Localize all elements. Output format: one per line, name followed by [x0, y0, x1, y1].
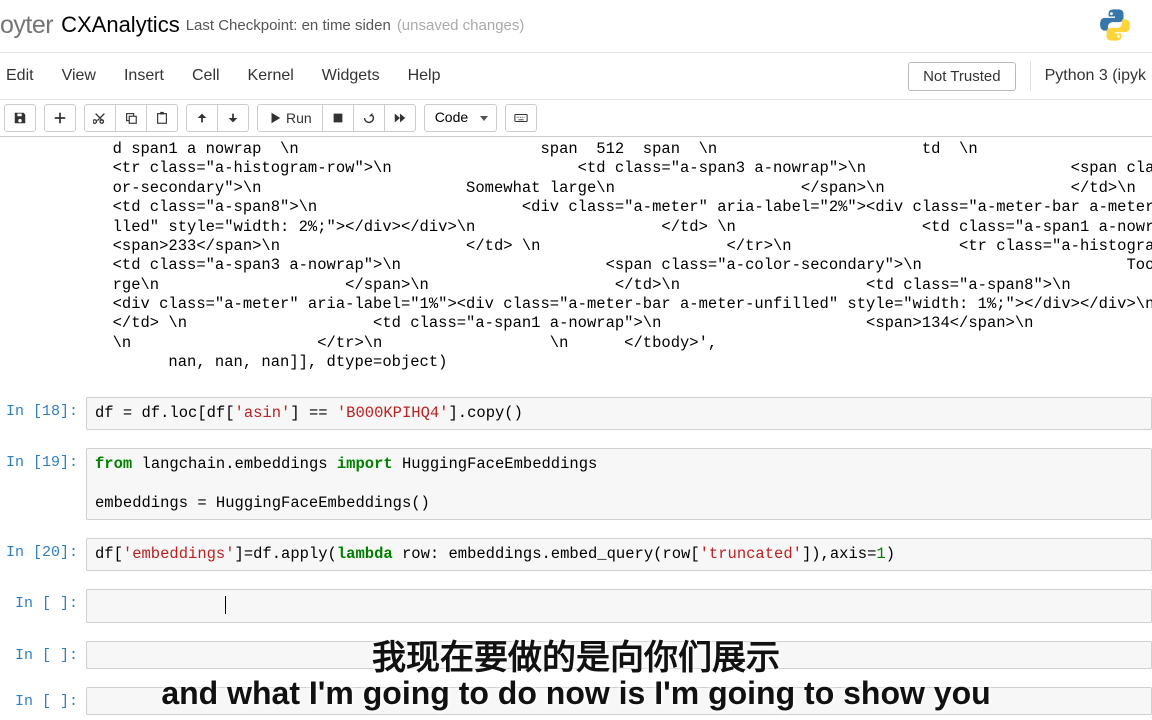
menu-cell[interactable]: Cell [192, 67, 220, 85]
trust-badge[interactable]: Not Trusted [908, 62, 1016, 91]
copy-icon [124, 111, 138, 125]
celltype-value: Code [435, 109, 468, 125]
input-prompt: In [ ]: [0, 589, 86, 622]
python-logo-icon [1098, 8, 1132, 42]
code-cell[interactable]: In [ ]: [0, 586, 1152, 625]
arrow-up-icon [195, 111, 209, 125]
output-cell: d span1 a nowrap \n span 512 span \n td … [0, 137, 1152, 382]
celltype-select[interactable]: Code [424, 104, 497, 132]
code-cell[interactable]: In [ ]: [0, 638, 1152, 672]
paste-icon [155, 111, 169, 125]
code-input[interactable]: from langchain.embeddings import Hugging… [86, 448, 1152, 520]
input-prompt: In [18]: [0, 397, 86, 430]
copy-button[interactable] [116, 104, 147, 132]
code-input[interactable] [86, 641, 1152, 669]
menu-view[interactable]: View [62, 67, 96, 85]
interrupt-button[interactable] [323, 104, 354, 132]
menu-help[interactable]: Help [408, 67, 441, 85]
jupyter-logo-text: oyter [0, 11, 53, 40]
command-palette-button[interactable] [505, 104, 537, 132]
checkpoint-status: Last Checkpoint: en time siden [186, 17, 391, 34]
restart-run-all-button[interactable] [385, 104, 416, 132]
menu-widgets[interactable]: Widgets [322, 67, 380, 85]
toolbar: Run Code [0, 100, 1152, 137]
code-input[interactable] [86, 589, 1152, 622]
save-button[interactable] [4, 104, 36, 132]
code-input[interactable]: df = df.loc[df['asin'] == 'B000KPIHQ4'].… [86, 397, 1152, 430]
restart-icon [362, 111, 376, 125]
run-button[interactable]: Run [257, 104, 323, 132]
menu-edit[interactable]: Edit [6, 67, 34, 85]
code-input[interactable]: df['embeddings']=df.apply(lambda row: em… [86, 538, 1152, 571]
restart-button[interactable] [354, 104, 385, 132]
unsaved-indicator: (unsaved changes) [397, 17, 525, 34]
code-cell[interactable]: In [18]:df = df.loc[df['asin'] == 'B000K… [0, 394, 1152, 433]
fast-forward-icon [393, 111, 407, 125]
menubar: Edit View Insert Cell Kernel Widgets Hel… [0, 53, 1152, 100]
code-cell[interactable]: In [19]:from langchain.embeddings import… [0, 445, 1152, 523]
menu-kernel[interactable]: Kernel [248, 67, 294, 85]
save-icon [13, 111, 27, 125]
move-down-button[interactable] [218, 104, 249, 132]
move-up-button[interactable] [186, 104, 218, 132]
arrow-down-icon [226, 111, 240, 125]
plus-icon [53, 111, 67, 125]
notebook-title[interactable]: CXAnalytics [61, 12, 180, 38]
input-prompt: In [19]: [0, 448, 86, 520]
paste-button[interactable] [147, 104, 178, 132]
cut-button[interactable] [84, 104, 116, 132]
code-input[interactable] [86, 687, 1152, 715]
input-prompt: In [ ]: [0, 687, 86, 715]
code-cell[interactable]: In [20]:df['embeddings']=df.apply(lambda… [0, 535, 1152, 574]
kernel-indicator[interactable]: Python 3 (ipyk [1030, 61, 1146, 91]
stop-icon [331, 111, 345, 125]
run-label: Run [286, 110, 312, 126]
menu-insert[interactable]: Insert [124, 67, 164, 85]
play-icon [268, 111, 282, 125]
notebook-header: oyter CXAnalytics Last Checkpoint: en ti… [0, 0, 1152, 53]
input-prompt: In [ ]: [0, 641, 86, 669]
code-cell[interactable]: In [ ]: [0, 684, 1152, 718]
add-cell-button[interactable] [44, 104, 76, 132]
notebook-container[interactable]: d span1 a nowrap \n span 512 span \n td … [0, 137, 1152, 718]
keyboard-icon [514, 111, 528, 125]
scissors-icon [93, 111, 107, 125]
input-prompt: In [20]: [0, 538, 86, 571]
output-text: d span1 a nowrap \n span 512 span \n td … [86, 140, 1152, 379]
